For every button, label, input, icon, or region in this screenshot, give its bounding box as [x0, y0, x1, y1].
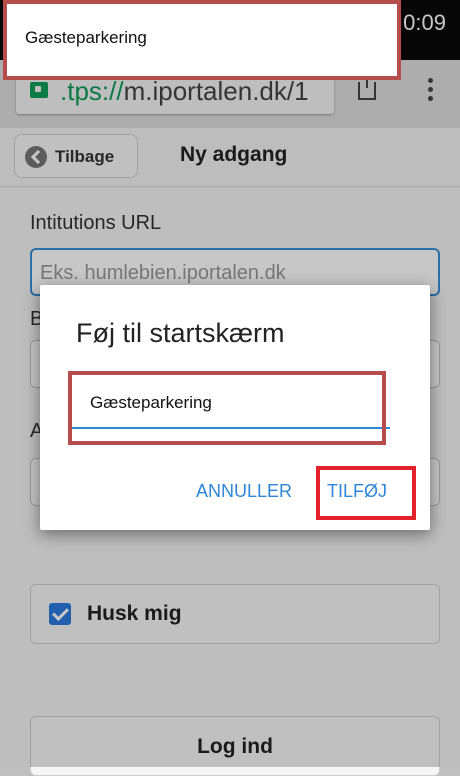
add-button-highlight-annotation	[316, 466, 416, 520]
cancel-button[interactable]: ANNULLER	[196, 481, 292, 502]
input-highlight-annotation	[68, 371, 386, 445]
callout-text: Gæsteparkering	[25, 28, 147, 47]
add-to-homescreen-dialog: Føj til startskærm Gæsteparkering ANNULL…	[40, 285, 430, 530]
dialog-title: Føj til startskærm	[76, 318, 285, 348]
callout-annotation: Gæsteparkering	[3, 0, 401, 80]
